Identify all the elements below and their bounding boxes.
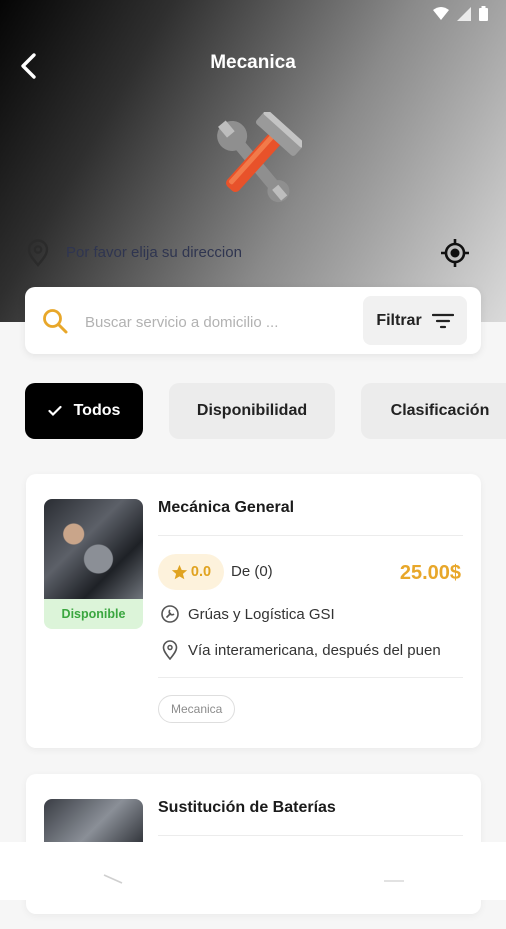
tool-icon <box>161 605 179 623</box>
tools-icon <box>217 112 302 203</box>
service-title: Mecánica General <box>158 499 295 516</box>
provider-row: Grúas y Logística GSI <box>160 604 463 624</box>
divider <box>158 835 463 836</box>
filter-label: Filtrar <box>376 311 422 329</box>
status-icons <box>433 6 488 21</box>
search-bar: Filtrar <box>25 287 481 354</box>
status-bar <box>0 0 506 28</box>
service-card[interactable]: Disponible Mecánica General 0.0 De (0) 2… <box>26 474 481 748</box>
page-title: Mecanica <box>210 52 296 73</box>
service-title: Sustitución de Baterías <box>158 799 336 816</box>
check-icon <box>47 405 62 417</box>
chip-label: Clasificación <box>390 402 490 419</box>
service-image: Disponible <box>44 499 143 629</box>
filter-chips: Todos Disponibilidad Clasificación <box>25 383 506 439</box>
rating-value: 0.0 <box>190 564 212 580</box>
nav-home-icon[interactable] <box>382 874 406 888</box>
divider <box>158 535 463 536</box>
chip-disponibilidad[interactable]: Disponibilidad <box>169 383 335 439</box>
filter-icon <box>431 313 454 328</box>
provider-name: Grúas y Logística GSI <box>188 605 335 623</box>
availability-badge: Disponible <box>44 599 143 629</box>
search-input[interactable] <box>83 308 327 336</box>
rating-badge: 0.0 <box>158 554 224 590</box>
location-pin-icon <box>27 239 49 267</box>
divider <box>158 677 463 678</box>
reviews-count: De (0) <box>231 563 273 580</box>
chip-label: Todos <box>73 402 121 419</box>
location-selector[interactable]: Por favor elija su direccion <box>26 237 476 269</box>
service-address: Vía interamericana, después del puen <box>188 641 441 659</box>
address-row: Vía interamericana, después del puen <box>160 640 463 660</box>
gps-locate-icon[interactable] <box>440 238 470 268</box>
location-placeholder: Por favor elija su direccion <box>66 244 242 261</box>
filter-button[interactable]: Filtrar <box>363 296 467 345</box>
chip-label: Disponibilidad <box>196 402 308 419</box>
header: Mecanica Por favor elija su direccion <box>0 0 506 322</box>
service-price: 25.00$ <box>399 562 461 584</box>
star-icon <box>171 564 188 579</box>
chip-clasificacion[interactable]: Clasificación <box>361 383 506 439</box>
bottom-navigation <box>0 842 506 900</box>
nav-back-icon[interactable] <box>102 872 126 886</box>
wifi-icon <box>433 6 449 20</box>
battery-icon <box>479 6 488 21</box>
location-pin-icon <box>162 640 178 660</box>
category-tag: Mecanica <box>158 695 236 723</box>
chip-todos[interactable]: Todos <box>25 383 143 439</box>
signal-icon <box>457 6 471 21</box>
search-icon <box>43 309 68 334</box>
service-photo <box>44 499 143 599</box>
